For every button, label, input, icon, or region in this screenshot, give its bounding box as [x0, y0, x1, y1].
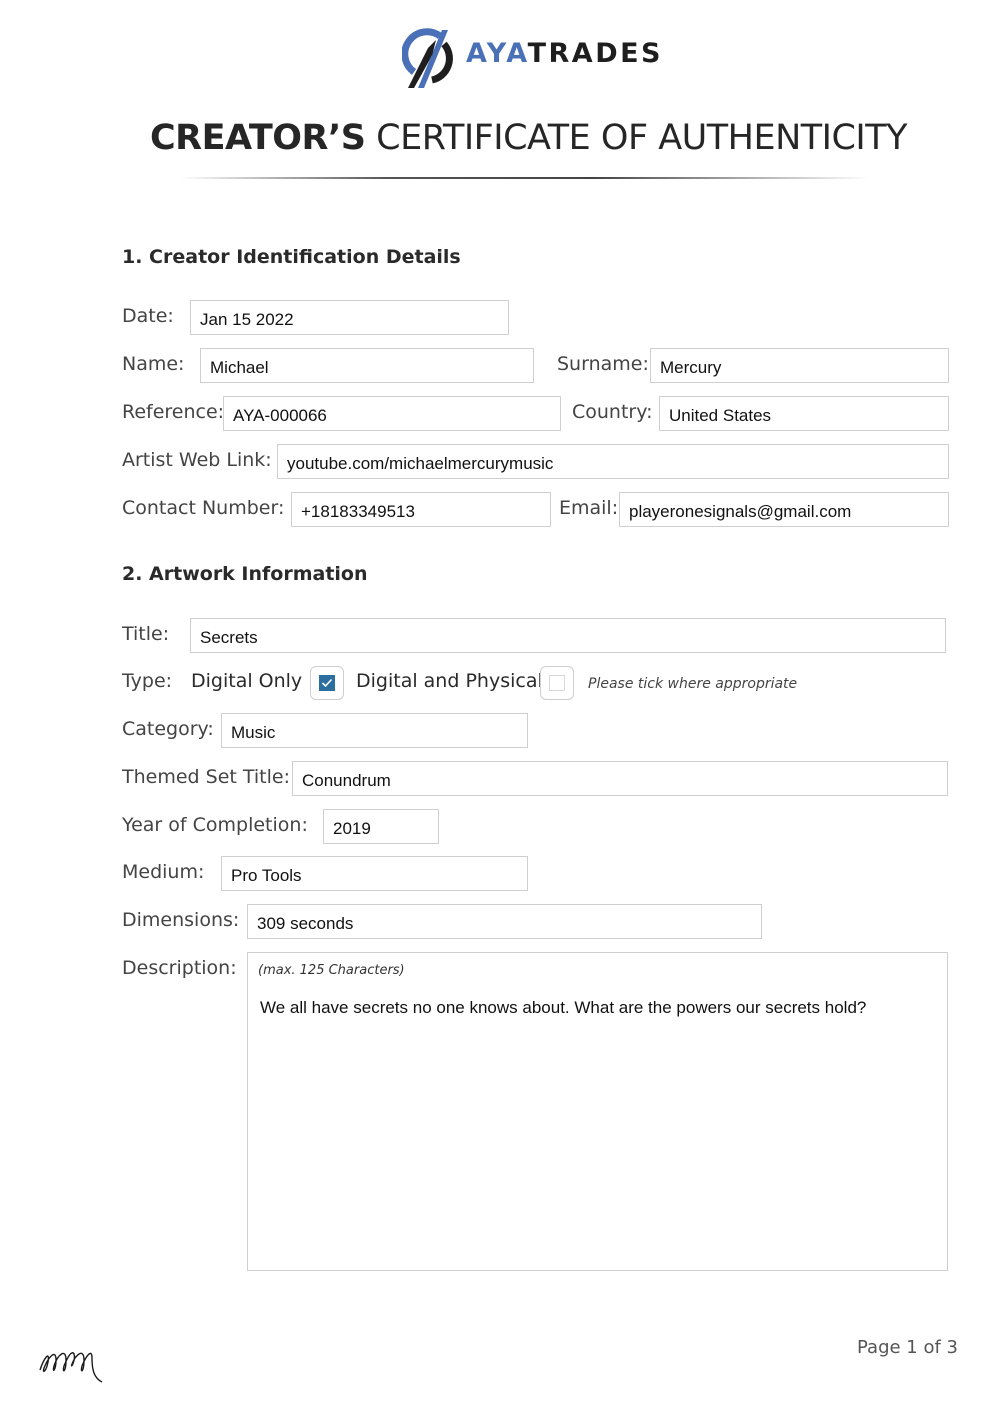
contact-field[interactable]: +18183349513: [291, 492, 551, 527]
checkbox-empty-indicator: [549, 675, 565, 691]
type-digital-physical-checkbox[interactable]: [540, 666, 574, 700]
page-title-bold: CREATOR’S: [150, 118, 366, 158]
web-link-field[interactable]: youtube.com/michaelmercurymusic: [277, 444, 949, 479]
date-label: Date:: [122, 305, 174, 327]
title-label: Title:: [122, 623, 170, 645]
type-digital-only-checkbox[interactable]: [310, 666, 344, 700]
category-field[interactable]: Music: [221, 713, 528, 748]
surname-label: Surname:: [557, 353, 649, 375]
description-label: Description:: [122, 957, 237, 979]
dimensions-field[interactable]: 309 seconds: [247, 904, 762, 939]
brand-name-rest: TRADES: [527, 38, 663, 69]
title-field[interactable]: Secrets: [190, 618, 946, 653]
section-creator-heading: 1. Creator Identification Details: [122, 246, 461, 268]
email-field[interactable]: playeronesignals@gmail.com: [619, 492, 949, 527]
surname-field[interactable]: Mercury: [650, 348, 949, 383]
country-label: Country:: [572, 401, 653, 423]
dimensions-label: Dimensions:: [122, 909, 240, 931]
type-option-digital-physical-label: Digital and Physical: [356, 670, 543, 692]
date-field[interactable]: Jan 15 2022: [190, 300, 509, 335]
type-option-digital-only-label: Digital Only: [191, 670, 303, 692]
name-label: Name:: [122, 353, 185, 375]
reference-label: Reference:: [122, 401, 225, 423]
brand-name-accent: AYA: [466, 38, 528, 69]
checkmark-icon: [321, 678, 333, 688]
web-link-label: Artist Web Link:: [122, 449, 272, 471]
category-label: Category:: [122, 718, 214, 740]
contact-label: Contact Number:: [122, 497, 285, 519]
title-divider: [180, 177, 870, 179]
page-title-light: CERTIFICATE OF AUTHENTICITY: [376, 118, 907, 158]
reference-field[interactable]: AYA-000066: [223, 396, 561, 431]
type-label: Type:: [122, 670, 173, 692]
medium-label: Medium:: [122, 861, 205, 883]
year-label: Year of Completion:: [122, 814, 308, 836]
signature-icon: [39, 1352, 103, 1383]
description-value: We all have secrets no one knows about. …: [260, 998, 867, 1017]
email-label: Email:: [559, 497, 619, 519]
year-field[interactable]: 2019: [323, 809, 439, 844]
themed-set-field[interactable]: Conundrum: [292, 761, 948, 796]
page-number: Page 1 of 3: [857, 1337, 958, 1358]
country-field[interactable]: United States: [659, 396, 949, 431]
description-hint: (max. 125 Characters): [258, 963, 405, 978]
description-textarea[interactable]: (max. 125 Characters) We all have secret…: [247, 952, 948, 1271]
type-hint: Please tick where appropriate: [588, 676, 798, 692]
themed-set-label: Themed Set Title:: [122, 766, 290, 788]
checkbox-checked-indicator: [319, 675, 335, 691]
name-field[interactable]: Michael: [200, 348, 534, 383]
section-artwork-heading: 2. Artwork Information: [122, 563, 368, 585]
ayatrades-logo-icon: [402, 28, 453, 88]
page-title: CREATOR’S CERTIFICATE OF AUTHENTICITY: [150, 118, 907, 158]
medium-field[interactable]: Pro Tools: [221, 856, 528, 891]
brand-name: AYATRADES: [466, 38, 663, 69]
